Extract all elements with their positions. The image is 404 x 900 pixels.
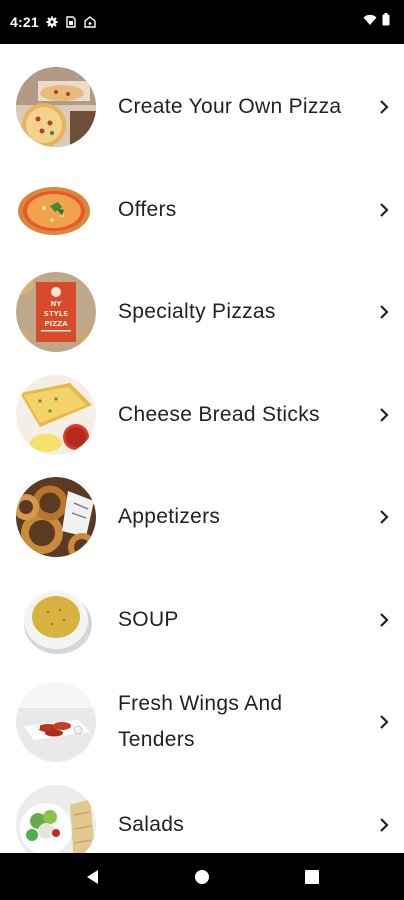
chevron-right-icon: [378, 612, 390, 628]
sign-text-style: STYLE: [44, 310, 68, 318]
category-item-fresh-wings-and-tenders[interactable]: Fresh Wings And Tenders: [0, 671, 404, 774]
pizza-photo-icon: [16, 169, 96, 250]
chevron-right-icon: [378, 304, 390, 320]
wifi-icon: [363, 13, 377, 31]
pizza-box-photo-icon: [16, 67, 96, 148]
category-label: SOUP: [118, 607, 179, 631]
sign-text-pizza: PIZZA: [44, 320, 68, 328]
category-item-soup[interactable]: SOUP: [0, 569, 404, 672]
category-label: Create Your Own Pizza: [118, 95, 342, 119]
status-left: 4:21: [10, 14, 96, 30]
category-item-offers[interactable]: Offers: [0, 159, 404, 262]
cheese-bread-photo-icon: [16, 374, 96, 455]
onion-rings-photo-icon: [16, 477, 96, 558]
category-item-specialty-pizzas[interactable]: NY STYLE PIZZA Specialty Pizzas: [0, 261, 404, 364]
battery-icon: [382, 13, 390, 31]
chevron-right-icon: [378, 407, 390, 423]
soup-bowl-photo-icon: [16, 579, 96, 660]
category-label: Cheese Bread Sticks: [118, 402, 320, 426]
chevron-right-icon: [378, 714, 390, 730]
category-item-cheese-bread-sticks[interactable]: Cheese Bread Sticks: [0, 364, 404, 467]
home-icon[interactable]: [193, 868, 211, 886]
status-right: [363, 13, 390, 31]
recents-icon[interactable]: [303, 868, 321, 886]
status-time: 4:21: [10, 14, 39, 30]
chevron-right-icon: [378, 509, 390, 525]
wings-plate-photo-icon: [16, 682, 96, 763]
category-label: Offers: [118, 197, 177, 221]
ny-style-pizza-sign-photo-icon: NY STYLE PIZZA: [16, 272, 96, 353]
category-item-salads[interactable]: Salads: [0, 774, 404, 853]
category-label: Specialty Pizzas: [118, 300, 276, 324]
sign-text-ny: NY: [51, 300, 63, 308]
back-icon[interactable]: [83, 868, 101, 886]
shield-icon: [84, 16, 96, 28]
status-bar: 4:21: [0, 0, 404, 44]
category-label: Fresh Wings And Tenders: [118, 692, 283, 752]
system-nav-bar: [0, 853, 404, 900]
chevron-right-icon: [378, 99, 390, 115]
gear-icon: [46, 16, 58, 28]
category-label: Appetizers: [118, 505, 221, 529]
sim-icon: [65, 16, 77, 28]
chevron-right-icon: [378, 202, 390, 218]
chevron-right-icon: [378, 817, 390, 833]
category-item-appetizers[interactable]: Appetizers: [0, 466, 404, 569]
category-item-create-your-own-pizza[interactable]: Create Your Own Pizza: [0, 56, 404, 159]
salad-photo-icon: [16, 784, 96, 853]
category-list: Create Your Own Pizza Offers NY STYLE PI…: [0, 56, 404, 853]
category-label: Salads: [118, 812, 185, 836]
